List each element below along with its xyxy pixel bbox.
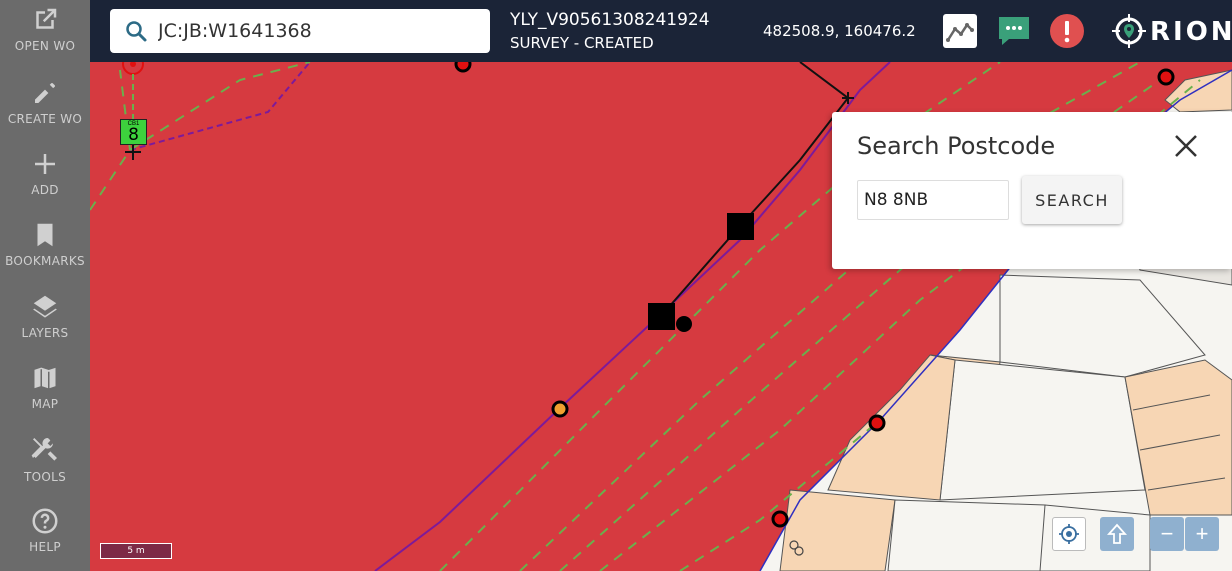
locate-button[interactable] (1052, 517, 1086, 551)
sidebar: OPEN WO CREATE WO ADD BOOKMARKS LAYERS M… (0, 0, 90, 571)
pencil-icon (35, 83, 55, 103)
sidebar-item-label: TOOLS (23, 470, 67, 484)
close-icon (1175, 135, 1197, 157)
parcel[interactable] (939, 359, 1146, 501)
sidebar-item-create-wo[interactable]: CREATE WO (0, 73, 90, 143)
sidebar-item-label: OPEN WO (14, 39, 76, 53)
up-arrow-icon (1107, 523, 1127, 544)
orion-logo-mark-icon (1112, 14, 1146, 48)
cabinet-marker-label: 8 (128, 125, 139, 145)
orion-logo-text: RION (1150, 17, 1232, 47)
parcel[interactable] (887, 499, 1046, 571)
postcode-input[interactable] (857, 180, 1009, 220)
crosshair-icon (1059, 524, 1079, 544)
top-bar: YLY_V90561308241924 SURVEY - CREATED 482… (90, 0, 1232, 62)
red-node[interactable] (454, 62, 472, 73)
parcel[interactable] (779, 489, 896, 571)
alert-icon (1050, 14, 1084, 48)
alert-button[interactable] (1050, 14, 1084, 48)
search-icon[interactable] (124, 19, 148, 43)
bookmark-icon (37, 223, 53, 247)
sidebar-item-label: LAYERS (21, 326, 69, 340)
search-button[interactable]: SEARCH (1022, 176, 1122, 224)
line-chart-icon (946, 23, 974, 42)
messages-button[interactable] (997, 14, 1031, 48)
sidebar-item-label: BOOKMARKS (5, 254, 85, 268)
square-node[interactable] (648, 303, 675, 330)
chart-button[interactable] (943, 14, 977, 48)
sidebar-item-bookmarks[interactable]: BOOKMARKS (0, 215, 90, 285)
work-order-search-input[interactable] (158, 18, 478, 44)
sidebar-item-open-wo[interactable]: OPEN WO (0, 0, 90, 70)
red-node[interactable] (771, 510, 789, 528)
search-postcode-panel: Search Postcode SEARCH (832, 112, 1232, 269)
cabinet-marker[interactable]: CB1 8 (120, 119, 147, 145)
sidebar-item-label: MAP (31, 397, 59, 411)
coordinates-readout: 482508.9, 160476.2 (763, 22, 916, 40)
sidebar-item-add[interactable]: ADD (0, 144, 90, 214)
orion-logo: RION (1110, 12, 1232, 50)
work-order-search (110, 9, 490, 53)
sidebar-item-label: HELP (29, 540, 61, 554)
orange-node[interactable] (551, 400, 569, 418)
tools-icon (31, 438, 57, 461)
open-external-icon (36, 8, 57, 29)
red-node[interactable] (1157, 68, 1175, 86)
map-icon (33, 365, 57, 391)
work-order-status: SURVEY - CREATED (510, 34, 654, 52)
red-node[interactable] (868, 414, 886, 432)
close-button[interactable] (1172, 132, 1200, 160)
sidebar-item-label: ADD (31, 183, 59, 197)
sidebar-item-help[interactable]: HELP (0, 501, 90, 571)
sidebar-item-map[interactable]: MAP (0, 358, 90, 428)
sidebar-item-tools[interactable]: TOOLS (0, 429, 90, 499)
work-order-title: YLY_V90561308241924 (510, 10, 710, 30)
layers-icon (33, 295, 57, 318)
help-icon (32, 508, 58, 534)
scale-bar: 5 m (100, 543, 172, 559)
postcode-panel-title: Search Postcode (857, 132, 1056, 160)
round-node[interactable] (676, 316, 692, 332)
square-node[interactable] (727, 213, 754, 240)
chat-icon (999, 17, 1029, 45)
sidebar-item-label: CREATE WO (7, 112, 83, 126)
zoom-out-button[interactable]: − (1150, 517, 1184, 551)
plus-icon (35, 154, 55, 174)
zoom-in-button[interactable]: + (1185, 517, 1219, 551)
north-up-button[interactable] (1100, 517, 1134, 551)
sidebar-item-layers[interactable]: LAYERS (0, 287, 90, 357)
